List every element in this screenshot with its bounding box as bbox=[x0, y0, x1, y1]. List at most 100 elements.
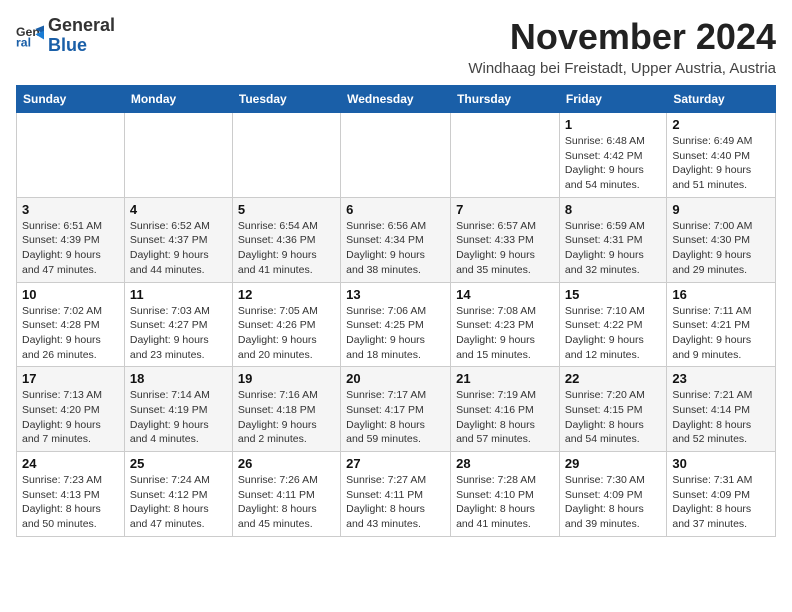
calendar-cell: 5 Sunrise: 6:54 AMSunset: 4:36 PMDaylight… bbox=[232, 197, 340, 282]
day-number: 18 bbox=[130, 371, 227, 386]
day-of-week-header: Wednesday bbox=[341, 86, 451, 113]
day-number: 26 bbox=[238, 456, 335, 471]
day-number: 10 bbox=[22, 287, 119, 302]
calendar-week-row: 10 Sunrise: 7:02 AMSunset: 4:28 PMDayligh… bbox=[17, 282, 776, 367]
calendar-cell bbox=[341, 113, 451, 198]
day-info: Sunrise: 7:20 AMSunset: 4:15 PMDaylight:… bbox=[565, 388, 661, 447]
calendar-cell: 10 Sunrise: 7:02 AMSunset: 4:28 PMDayligh… bbox=[17, 282, 125, 367]
calendar-cell: 24 Sunrise: 7:23 AMSunset: 4:13 PMDayligh… bbox=[17, 452, 125, 537]
calendar-cell: 6 Sunrise: 6:56 AMSunset: 4:34 PMDaylight… bbox=[341, 197, 451, 282]
calendar-cell: 12 Sunrise: 7:05 AMSunset: 4:26 PMDayligh… bbox=[232, 282, 340, 367]
calendar-cell: 22 Sunrise: 7:20 AMSunset: 4:15 PMDayligh… bbox=[559, 367, 666, 452]
calendar-week-row: 24 Sunrise: 7:23 AMSunset: 4:13 PMDayligh… bbox=[17, 452, 776, 537]
day-number: 15 bbox=[565, 287, 661, 302]
calendar-cell: 7 Sunrise: 6:57 AMSunset: 4:33 PMDaylight… bbox=[451, 197, 560, 282]
day-number: 9 bbox=[672, 202, 770, 217]
day-number: 22 bbox=[565, 371, 661, 386]
day-info: Sunrise: 7:14 AMSunset: 4:19 PMDaylight:… bbox=[130, 388, 227, 447]
calendar-week-row: 1 Sunrise: 6:48 AMSunset: 4:42 PMDaylight… bbox=[17, 113, 776, 198]
calendar-cell: 9 Sunrise: 7:00 AMSunset: 4:30 PMDaylight… bbox=[667, 197, 776, 282]
svg-text:ral: ral bbox=[16, 35, 31, 49]
calendar-body: 1 Sunrise: 6:48 AMSunset: 4:42 PMDaylight… bbox=[17, 113, 776, 537]
calendar-cell: 16Sunrise: 7:11 AMSunset: 4:21 PMDayligh… bbox=[667, 282, 776, 367]
day-info: Sunrise: 7:23 AMSunset: 4:13 PMDaylight:… bbox=[22, 473, 119, 532]
calendar-cell: 30 Sunrise: 7:31 AMSunset: 4:09 PMDayligh… bbox=[667, 452, 776, 537]
calendar-week-row: 17Sunrise: 7:13 AMSunset: 4:20 PMDayligh… bbox=[17, 367, 776, 452]
day-number: 21 bbox=[456, 371, 554, 386]
calendar-cell: 25 Sunrise: 7:24 AMSunset: 4:12 PMDayligh… bbox=[124, 452, 232, 537]
day-number: 25 bbox=[130, 456, 227, 471]
calendar-cell: 1 Sunrise: 6:48 AMSunset: 4:42 PMDaylight… bbox=[559, 113, 666, 198]
day-number: 5 bbox=[238, 202, 335, 217]
calendar-table: SundayMondayTuesdayWednesdayThursdayFrid… bbox=[16, 85, 776, 537]
day-number: 28 bbox=[456, 456, 554, 471]
day-number: 8 bbox=[565, 202, 661, 217]
day-info: Sunrise: 7:24 AMSunset: 4:12 PMDaylight:… bbox=[130, 473, 227, 532]
calendar-week-row: 3Sunrise: 6:51 AMSunset: 4:39 PMDaylight… bbox=[17, 197, 776, 282]
day-info: Sunrise: 7:05 AMSunset: 4:26 PMDaylight:… bbox=[238, 304, 335, 363]
calendar-header-row: SundayMondayTuesdayWednesdayThursdayFrid… bbox=[17, 86, 776, 113]
calendar-cell: 17Sunrise: 7:13 AMSunset: 4:20 PMDayligh… bbox=[17, 367, 125, 452]
day-number: 24 bbox=[22, 456, 119, 471]
day-info: Sunrise: 7:02 AMSunset: 4:28 PMDaylight:… bbox=[22, 304, 119, 363]
calendar-cell: 11 Sunrise: 7:03 AMSunset: 4:27 PMDayligh… bbox=[124, 282, 232, 367]
day-info: Sunrise: 7:17 AMSunset: 4:17 PMDaylight:… bbox=[346, 388, 445, 447]
day-info: Sunrise: 7:16 AMSunset: 4:18 PMDaylight:… bbox=[238, 388, 335, 447]
day-number: 4 bbox=[130, 202, 227, 217]
day-info: Sunrise: 7:21 AMSunset: 4:14 PMDaylight:… bbox=[672, 388, 770, 447]
day-number: 30 bbox=[672, 456, 770, 471]
day-number: 1 bbox=[565, 117, 661, 132]
day-number: 6 bbox=[346, 202, 445, 217]
day-info: Sunrise: 6:52 AMSunset: 4:37 PMDaylight:… bbox=[130, 219, 227, 278]
day-number: 27 bbox=[346, 456, 445, 471]
day-number: 29 bbox=[565, 456, 661, 471]
day-of-week-header: Friday bbox=[559, 86, 666, 113]
calendar-cell: 28 Sunrise: 7:28 AMSunset: 4:10 PMDayligh… bbox=[451, 452, 560, 537]
day-info: Sunrise: 6:48 AMSunset: 4:42 PMDaylight:… bbox=[565, 134, 661, 193]
day-info: Sunrise: 6:56 AMSunset: 4:34 PMDaylight:… bbox=[346, 219, 445, 278]
location-subtitle: Windhaag bei Freistadt, Upper Austria, A… bbox=[468, 60, 776, 77]
day-info: Sunrise: 7:06 AMSunset: 4:25 PMDaylight:… bbox=[346, 304, 445, 363]
calendar-cell bbox=[124, 113, 232, 198]
calendar-cell: 3Sunrise: 6:51 AMSunset: 4:39 PMDaylight… bbox=[17, 197, 125, 282]
calendar-cell: 8Sunrise: 6:59 AMSunset: 4:31 PMDaylight… bbox=[559, 197, 666, 282]
day-info: Sunrise: 7:10 AMSunset: 4:22 PMDaylight:… bbox=[565, 304, 661, 363]
day-info: Sunrise: 7:30 AMSunset: 4:09 PMDaylight:… bbox=[565, 473, 661, 532]
calendar-cell: 21 Sunrise: 7:19 AMSunset: 4:16 PMDayligh… bbox=[451, 367, 560, 452]
day-info: Sunrise: 6:54 AMSunset: 4:36 PMDaylight:… bbox=[238, 219, 335, 278]
calendar-cell: 14 Sunrise: 7:08 AMSunset: 4:23 PMDayligh… bbox=[451, 282, 560, 367]
day-number: 14 bbox=[456, 287, 554, 302]
calendar-cell: 13 Sunrise: 7:06 AMSunset: 4:25 PMDayligh… bbox=[341, 282, 451, 367]
day-number: 2 bbox=[672, 117, 770, 132]
day-info: Sunrise: 6:49 AMSunset: 4:40 PMDaylight:… bbox=[672, 134, 770, 193]
day-number: 19 bbox=[238, 371, 335, 386]
day-info: Sunrise: 6:57 AMSunset: 4:33 PMDaylight:… bbox=[456, 219, 554, 278]
day-number: 11 bbox=[130, 287, 227, 302]
day-info: Sunrise: 6:51 AMSunset: 4:39 PMDaylight:… bbox=[22, 219, 119, 278]
calendar-cell: 26 Sunrise: 7:26 AMSunset: 4:11 PMDayligh… bbox=[232, 452, 340, 537]
day-number: 7 bbox=[456, 202, 554, 217]
day-info: Sunrise: 7:03 AMSunset: 4:27 PMDaylight:… bbox=[130, 304, 227, 363]
logo: Gene ral General Blue bbox=[16, 16, 115, 56]
logo-blue-text: Blue bbox=[48, 35, 87, 55]
day-info: Sunrise: 7:00 AMSunset: 4:30 PMDaylight:… bbox=[672, 219, 770, 278]
day-number: 13 bbox=[346, 287, 445, 302]
calendar-cell: 18 Sunrise: 7:14 AMSunset: 4:19 PMDayligh… bbox=[124, 367, 232, 452]
calendar-cell bbox=[451, 113, 560, 198]
day-number: 12 bbox=[238, 287, 335, 302]
day-of-week-header: Tuesday bbox=[232, 86, 340, 113]
calendar-cell: 15 Sunrise: 7:10 AMSunset: 4:22 PMDayligh… bbox=[559, 282, 666, 367]
calendar-cell: 2 Sunrise: 6:49 AMSunset: 4:40 PMDaylight… bbox=[667, 113, 776, 198]
day-of-week-header: Saturday bbox=[667, 86, 776, 113]
day-info: Sunrise: 7:08 AMSunset: 4:23 PMDaylight:… bbox=[456, 304, 554, 363]
day-info: Sunrise: 7:26 AMSunset: 4:11 PMDaylight:… bbox=[238, 473, 335, 532]
day-of-week-header: Thursday bbox=[451, 86, 560, 113]
day-info: Sunrise: 7:28 AMSunset: 4:10 PMDaylight:… bbox=[456, 473, 554, 532]
day-number: 16 bbox=[672, 287, 770, 302]
calendar-cell: 19 Sunrise: 7:16 AMSunset: 4:18 PMDayligh… bbox=[232, 367, 340, 452]
calendar-cell: 20Sunrise: 7:17 AMSunset: 4:17 PMDayligh… bbox=[341, 367, 451, 452]
day-info: Sunrise: 7:19 AMSunset: 4:16 PMDaylight:… bbox=[456, 388, 554, 447]
day-number: 17 bbox=[22, 371, 119, 386]
day-of-week-header: Sunday bbox=[17, 86, 125, 113]
day-info: Sunrise: 7:31 AMSunset: 4:09 PMDaylight:… bbox=[672, 473, 770, 532]
